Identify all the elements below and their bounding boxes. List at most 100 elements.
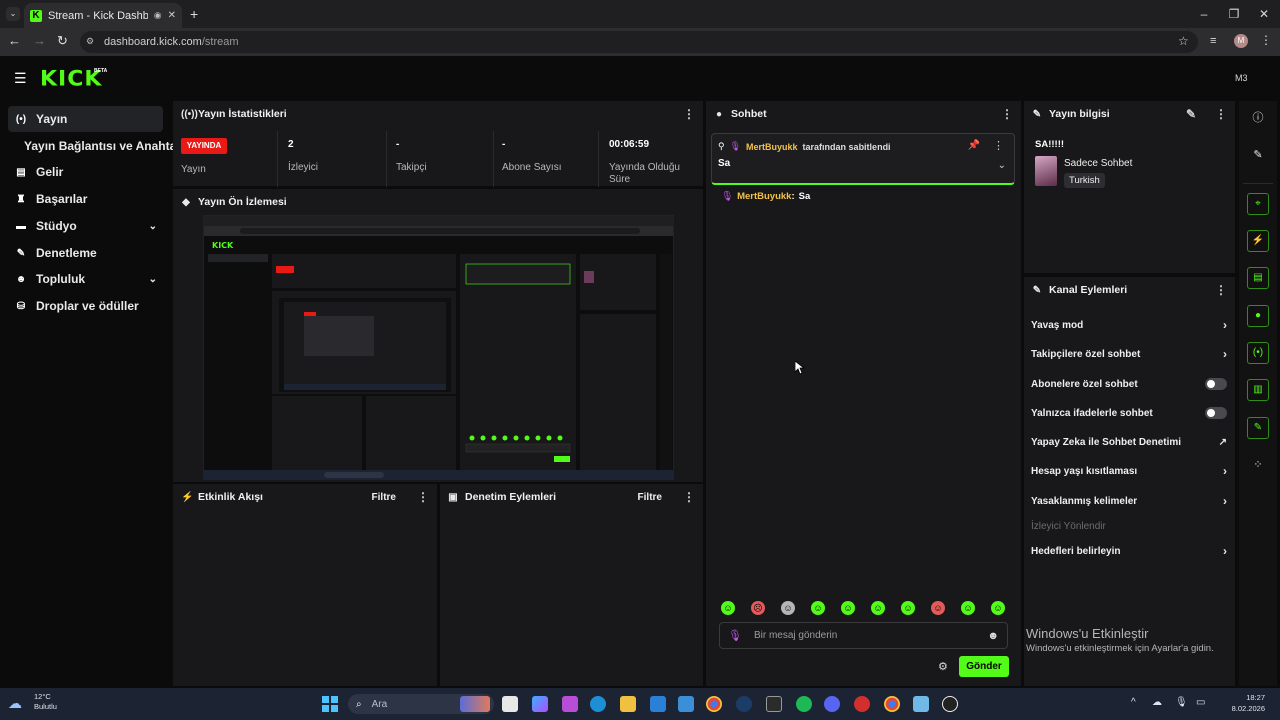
more-options-icon[interactable]: ⋮ bbox=[683, 490, 695, 504]
more-options-icon[interactable]: ⋮ bbox=[1215, 283, 1227, 297]
emote-icon[interactable]: ☺ bbox=[841, 601, 855, 615]
reading-list-icon[interactable]: ≡ bbox=[1210, 35, 1216, 47]
weather-widget[interactable]: 12°C Bulutlu bbox=[34, 692, 57, 712]
send-button[interactable]: Gönder bbox=[959, 656, 1009, 677]
emote-icon[interactable]: ☺ bbox=[781, 601, 795, 615]
followers-only-row[interactable]: Takipçilere özel sohbet › bbox=[1031, 344, 1227, 364]
emote-icon[interactable]: ☺ bbox=[961, 601, 975, 615]
pinned-username[interactable]: MertBuyukk bbox=[746, 142, 798, 152]
bolt-icon[interactable]: ⚡ bbox=[1247, 230, 1269, 252]
sidebar-item-achievements[interactable]: ♜ Başarılar bbox=[8, 186, 163, 212]
mail-icon[interactable] bbox=[678, 696, 694, 712]
bookmark-star-icon[interactable]: ☆ bbox=[1178, 34, 1189, 48]
address-bar[interactable]: dashboard.kick.com/stream bbox=[80, 31, 1198, 53]
emote-icon[interactable]: ☺ bbox=[991, 601, 1005, 615]
clipboard-icon[interactable]: ▤ bbox=[1247, 267, 1269, 289]
weather-icon[interactable]: ☁ bbox=[0, 690, 30, 716]
emote-icon[interactable]: ☺ bbox=[811, 601, 825, 615]
stream-preview-video[interactable]: KICK bbox=[203, 215, 674, 480]
steam-icon[interactable] bbox=[736, 696, 752, 712]
wrench-icon[interactable]: ✎ bbox=[1247, 417, 1269, 439]
filter-button[interactable]: Filtre bbox=[372, 492, 396, 503]
chat-bubble-icon[interactable]: ● bbox=[1247, 305, 1269, 327]
settings-gear-icon[interactable] bbox=[913, 696, 929, 712]
sidebar-item-community[interactable]: ☻ Topluluk ⌄ bbox=[8, 266, 163, 292]
forward-icon[interactable]: → bbox=[33, 34, 46, 48]
pinned-message[interactable]: ⚲ 🎙 MertBuyukk tarafından sabitlendi 📌 ⋮… bbox=[711, 133, 1015, 185]
emoji-picker-icon[interactable]: ☻ bbox=[987, 630, 999, 642]
filter-button[interactable]: Filtre bbox=[638, 492, 662, 503]
copilot-icon[interactable] bbox=[532, 696, 548, 712]
site-info-icon[interactable]: ⚙ bbox=[86, 36, 94, 47]
store-icon[interactable] bbox=[650, 696, 666, 712]
emote-icon[interactable]: ☹ bbox=[751, 601, 765, 615]
browser-tab[interactable]: K Stream - Kick Dashboard ◉ ✕ bbox=[24, 3, 182, 28]
chrome-icon[interactable] bbox=[706, 696, 722, 712]
emote-icon[interactable]: ☺ bbox=[871, 601, 885, 615]
more-options-icon[interactable]: ⋮ bbox=[1215, 107, 1227, 121]
profile-avatar[interactable]: M bbox=[1234, 34, 1248, 48]
tab-close-icon[interactable]: ✕ bbox=[168, 10, 176, 21]
sidebar-item-stream[interactable]: (•) Yayın bbox=[8, 106, 163, 132]
layout-icon[interactable]: ▥ bbox=[1247, 379, 1269, 401]
reload-icon[interactable]: ↻ bbox=[57, 34, 68, 48]
chevron-up-icon[interactable]: ^ bbox=[1131, 697, 1136, 708]
emote-icon[interactable]: ☺ bbox=[721, 601, 735, 615]
app-icon[interactable] bbox=[854, 696, 870, 712]
more-options-icon[interactable]: ⋮ bbox=[417, 490, 429, 504]
info-icon[interactable]: ⓘ bbox=[1247, 107, 1269, 129]
edit-pencil-icon[interactable]: ✎ bbox=[1247, 144, 1269, 166]
category-name[interactable]: Sadece Sohbet bbox=[1064, 158, 1132, 169]
cloud-icon[interactable]: ☁ bbox=[1152, 697, 1162, 708]
chevron-down-icon[interactable]: ⌄ bbox=[998, 160, 1006, 171]
edge-icon[interactable] bbox=[590, 696, 606, 712]
app-icon[interactable] bbox=[562, 696, 578, 712]
app-icon[interactable] bbox=[942, 696, 958, 712]
system-clock[interactable]: 18:27 8.02.2026 bbox=[1219, 692, 1265, 714]
add-widget-icon[interactable]: ⁘ bbox=[1247, 454, 1269, 476]
emote-icon[interactable]: ☺ bbox=[901, 601, 915, 615]
tab-audio-icon[interactable]: ◉ bbox=[154, 10, 162, 21]
sidebar-item-drops[interactable]: ⛁ Droplar ve ödüller bbox=[8, 293, 163, 319]
sidebar-item-studio[interactable]: ▬ Stüdyo ⌄ bbox=[8, 213, 163, 239]
sidebar-item-revenue[interactable]: ▤ Gelir bbox=[8, 159, 163, 185]
close-window-button[interactable]: ✕ bbox=[1256, 6, 1272, 22]
user-avatar[interactable]: M3 bbox=[1235, 73, 1248, 83]
subscribers-only-toggle[interactable] bbox=[1205, 378, 1227, 390]
emote-icon[interactable]: ☺ bbox=[931, 601, 945, 615]
browser-menu-icon[interactable]: ⋮ bbox=[1260, 33, 1272, 47]
more-options-icon[interactable]: ⋮ bbox=[1001, 107, 1013, 121]
more-options-icon[interactable]: ⋮ bbox=[993, 139, 1004, 152]
new-tab-button[interactable]: + bbox=[190, 7, 198, 21]
network-icon[interactable]: ▭ bbox=[1196, 697, 1205, 708]
unpin-icon[interactable]: 📌 bbox=[968, 140, 980, 151]
set-goals-row[interactable]: Hedefleri belirleyin › bbox=[1031, 541, 1227, 561]
ai-moderation-row[interactable]: Yapay Zeka ile Sohbet Denetimi ↗ bbox=[1031, 432, 1227, 452]
chrome-icon[interactable] bbox=[884, 696, 900, 712]
category-thumbnail[interactable] bbox=[1035, 156, 1057, 186]
edit-pencil-icon[interactable]: ✎ bbox=[1186, 107, 1196, 121]
maximize-button[interactable]: ❐ bbox=[1226, 6, 1242, 22]
chat-settings-gear-icon[interactable]: ⚙ bbox=[938, 660, 948, 673]
sidebar-item-moderation[interactable]: ✎ Denetleme bbox=[8, 240, 163, 266]
account-age-row[interactable]: Hesap yaşı kısıtlaması › bbox=[1031, 461, 1227, 481]
emotes-only-toggle[interactable] bbox=[1205, 407, 1227, 419]
chat-username[interactable]: MertBuyukk bbox=[737, 191, 791, 202]
back-icon[interactable]: ← bbox=[8, 34, 21, 48]
hamburger-menu-icon[interactable]: ☰ bbox=[14, 71, 27, 85]
task-view-icon[interactable] bbox=[502, 696, 518, 712]
epic-games-icon[interactable] bbox=[766, 696, 782, 712]
slow-mode-row[interactable]: Yavaş mod › bbox=[1031, 315, 1227, 335]
broadcast-icon[interactable]: (•) bbox=[1247, 342, 1269, 364]
windows-start-icon[interactable] bbox=[322, 696, 338, 712]
minimize-button[interactable]: – bbox=[1196, 6, 1212, 22]
discord-icon[interactable] bbox=[824, 696, 840, 712]
spotify-icon[interactable] bbox=[796, 696, 812, 712]
banned-words-row[interactable]: Yasaklanmış kelimeler › bbox=[1031, 491, 1227, 511]
more-options-icon[interactable]: ⋮ bbox=[683, 107, 695, 121]
microphone-icon[interactable]: 🎙 bbox=[1175, 697, 1188, 708]
clip-icon[interactable]: ⌖ bbox=[1247, 193, 1269, 215]
sidebar-item-stream-key[interactable]: Yayın Bağlantısı ve Anahtarı bbox=[18, 133, 184, 159]
chat-message-input[interactable]: 🎙 Bir mesaj gönderin ☻ bbox=[719, 622, 1008, 649]
file-explorer-icon[interactable] bbox=[620, 696, 636, 712]
